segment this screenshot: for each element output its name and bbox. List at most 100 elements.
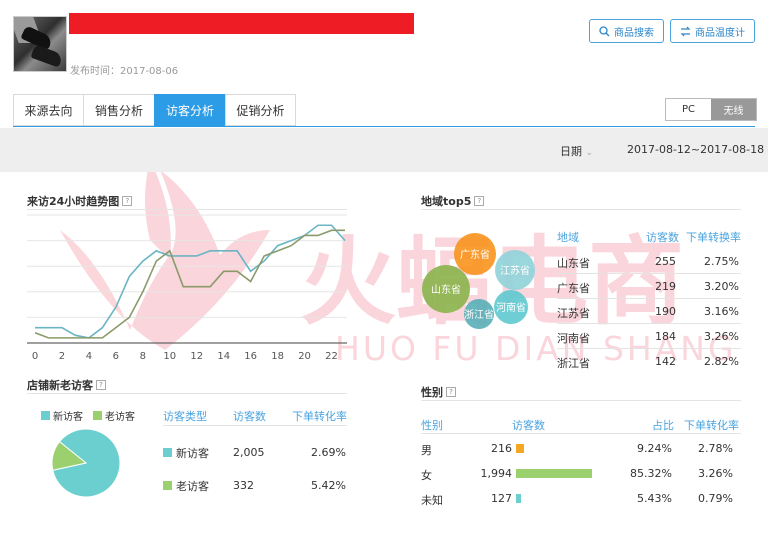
chevron-down-icon: ⌄ (585, 148, 594, 158)
divider (557, 273, 741, 274)
legend-old[interactable]: 老访客 (93, 408, 135, 423)
help-icon[interactable]: ? (446, 387, 456, 397)
product-search-button[interactable]: 商品搜索 (589, 19, 664, 43)
device-pc-button[interactable]: PC (666, 99, 711, 120)
region-row-visitors: 190 (655, 305, 676, 318)
divider (557, 348, 741, 349)
trend-series-1 (34, 229, 345, 339)
gender-title-text: 性别 (421, 386, 443, 399)
gender-header-count: 访客数 (512, 419, 545, 432)
svg-text:浙江省: 浙江省 (464, 308, 494, 321)
svg-text:广东省: 广东省 (460, 248, 490, 261)
region-row-visitors: 255 (655, 255, 676, 268)
visitors-header-rate: 下单转化率 (292, 410, 347, 423)
visitor-old-rate: 5.42% (311, 479, 346, 492)
tab-sales[interactable]: 销售分析 (83, 94, 154, 126)
gender-row-label: 未知 (421, 494, 443, 507)
gender-row-rate: 2.78% (698, 442, 733, 455)
region-row-rate: 3.26% (704, 330, 739, 343)
gender-row-bar (516, 469, 592, 478)
region-header-name: 地域 (557, 231, 579, 244)
trend-title: 来访24小时趋势图 ? (27, 193, 133, 209)
region-row-name: 山东省 (557, 257, 590, 270)
divider (421, 400, 741, 401)
gender-row-label: 女 (421, 469, 432, 482)
svg-text:山东省: 山东省 (431, 283, 461, 296)
region-row-visitors: 219 (655, 280, 676, 293)
visitors-header-type: 访客类型 (163, 410, 207, 423)
tab-source[interactable]: 来源去向 (13, 94, 83, 126)
swatch (163, 448, 172, 457)
x-tick-label: 14 (217, 351, 230, 362)
x-tick-label: 10 (163, 351, 176, 362)
gender-row-share: 9.24% (637, 442, 672, 455)
gender-header-rate: 下单转化率 (684, 419, 739, 432)
region-header-rate: 下单转换率 (686, 231, 741, 244)
swatch (163, 481, 172, 490)
gender-title: 性别 ? (421, 384, 456, 400)
gender-row-count: 1,994 (480, 467, 513, 480)
x-tick-label: 20 (298, 351, 311, 362)
visitors-legend: 新访客 老访客 (41, 408, 135, 423)
visitors-title-text: 店铺新老访客 (27, 379, 93, 392)
x-tick-label: 6 (113, 351, 119, 362)
publish-date: 发布时间：2017-08-06 (70, 66, 179, 77)
svg-text:河南省: 河南省 (496, 301, 526, 314)
gender-row-rate: 3.26% (698, 467, 733, 480)
region-row-visitors: 142 (655, 355, 676, 368)
x-tick-label: 16 (244, 351, 257, 362)
tab-underline (13, 126, 755, 127)
bubble-zhejiang[interactable]: 浙江省 (464, 299, 494, 329)
gender-row-count: 216 (491, 442, 512, 455)
visitor-new-count: 2,005 (233, 446, 265, 459)
help-icon[interactable]: ? (122, 196, 133, 206)
date-label: 日期 (560, 145, 582, 158)
bubble-shandong[interactable]: 山东省 (422, 265, 470, 313)
help-icon[interactable]: ? (474, 196, 485, 206)
x-tick-label: 0 (32, 351, 38, 362)
divider (421, 209, 741, 210)
shoe-icon (30, 44, 64, 68)
visitor-new-rate: 2.69% (311, 446, 346, 459)
x-tick-label: 8 (140, 351, 146, 362)
bubble-guangdong[interactable]: 广东省 (454, 233, 496, 275)
trend-line-chart: 0 2 4 6 8 10 12 14 16 18 20 22 (27, 214, 347, 362)
visitor-row-old: 老访客 (163, 478, 209, 494)
product-thermometer-label: 商品温度计 (695, 27, 745, 39)
region-row-rate: 2.82% (704, 355, 739, 368)
region-row-rate: 3.16% (704, 305, 739, 318)
trend-series-0 (35, 224, 346, 339)
device-wireless-button[interactable]: 无线 (711, 99, 756, 120)
region-row-rate: 2.75% (704, 255, 739, 268)
gender-row-bar (516, 444, 524, 453)
help-icon[interactable]: ? (96, 380, 106, 390)
gender-row-bar (516, 494, 521, 503)
region-row-name: 江苏省 (557, 307, 590, 320)
x-tick-label: 18 (271, 351, 284, 362)
x-tick-label: 4 (86, 351, 92, 362)
tab-visitors[interactable]: 访客分析 (154, 94, 225, 126)
gender-header-gender: 性别 (421, 419, 443, 432)
divider (557, 298, 741, 299)
visitors-title: 店铺新老访客 ? (27, 377, 106, 393)
bubble-henan[interactable]: 河南省 (494, 290, 528, 324)
x-tick-label: 22 (325, 351, 338, 362)
gender-header-share: 占比 (652, 419, 674, 432)
visitors-header-count: 访客数 (233, 410, 266, 423)
visitor-row-new: 新访客 (163, 445, 209, 461)
visitors-pie-chart (51, 428, 121, 498)
divider (557, 323, 741, 324)
analysis-tabs: 来源去向 销售分析 访客分析 促销分析 (13, 94, 296, 126)
legend-new[interactable]: 新访客 (41, 408, 83, 423)
product-thermometer-button[interactable]: 商品温度计 (670, 19, 755, 43)
visitor-old-count: 332 (233, 479, 254, 492)
gender-row-rate: 0.79% (698, 492, 733, 505)
region-row-name: 河南省 (557, 332, 590, 345)
divider (163, 425, 347, 426)
date-dropdown[interactable]: 日期 ⌄ (560, 143, 593, 159)
product-thumbnail[interactable] (13, 16, 67, 72)
device-toggle: PC 无线 (665, 98, 757, 121)
bubble-jiangsu[interactable]: 江苏省 (495, 250, 535, 290)
tab-promotion[interactable]: 促销分析 (225, 94, 296, 126)
product-title-redacted[interactable] (69, 13, 414, 34)
